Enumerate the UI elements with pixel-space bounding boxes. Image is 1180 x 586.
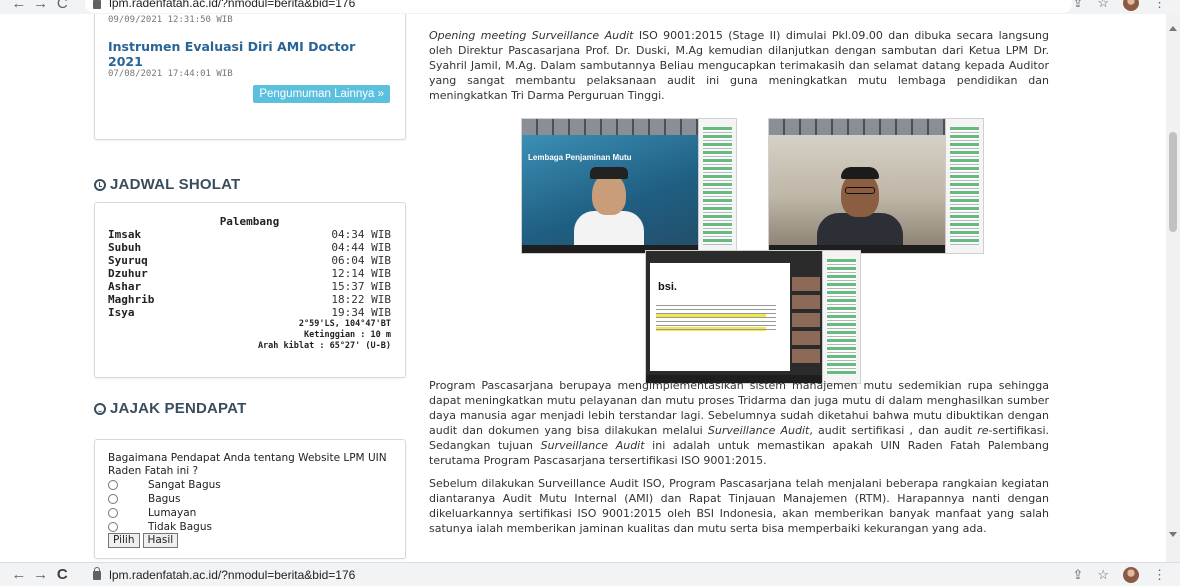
- bookmark-star-icon[interactable]: ☆: [1097, 0, 1109, 11]
- smiley-icon: [94, 402, 106, 415]
- meeting-photo-2: [768, 118, 984, 254]
- participants-panel: [822, 251, 860, 383]
- back-icon[interactable]: ←: [8, 566, 30, 583]
- meeting-photo-1: Lembaga Penjaminan Mutu: [521, 118, 737, 254]
- poll-option[interactable]: Lumayan: [108, 506, 393, 520]
- announcement-date: 07/08/2021 17:44:01 WIB: [108, 69, 233, 79]
- lock-icon: [93, 0, 102, 9]
- address-bar-top[interactable]: lpm.radenfatah.ac.id/?nmodul=berita&bid=…: [85, 0, 1073, 13]
- profile-avatar-icon[interactable]: [1123, 0, 1139, 11]
- bookmark-star-icon[interactable]: ☆: [1097, 567, 1109, 583]
- article-paragraph: Program Pascasarjana berupaya mengimplem…: [429, 379, 1050, 535]
- participants-panel: [698, 119, 736, 253]
- qibla-direction: Arah kiblat : 65°27' (U-B): [257, 341, 391, 351]
- share-icon[interactable]: ⇪: [1072, 0, 1083, 11]
- coordinates: 2°59'LS, 104°47'BT: [298, 319, 391, 329]
- prayer-schedule-title: JADWAL SHOLAT: [110, 176, 241, 193]
- clock-icon: [94, 178, 106, 191]
- bsi-logo: bsi.: [658, 281, 677, 293]
- scrollbar-thumb[interactable]: [1169, 132, 1177, 232]
- prayer-row: Ashar 15:37 WIB: [108, 280, 391, 293]
- announcements-panel: 09/09/2021 12:31:50 WIB Instrumen Evalua…: [94, 14, 406, 140]
- poll-heading: JAJAK PENDAPAT: [94, 400, 246, 417]
- url-text-top: lpm.radenfatah.ac.id/?nmodul=berita&bid=…: [109, 0, 356, 10]
- reload-icon[interactable]: C: [51, 566, 73, 583]
- prayer-row: Isya 19:34 WIB: [108, 306, 391, 319]
- scroll-down-arrow-icon[interactable]: [1169, 532, 1177, 537]
- article-paragraph: Opening meeting Surveillance Audit ISO 9…: [429, 29, 1049, 102]
- meeting-photo-3: bsi.: [645, 250, 861, 384]
- poll-results-button[interactable]: Hasil: [142, 533, 179, 548]
- back-icon[interactable]: ←: [8, 0, 30, 12]
- announcement-date: 09/09/2021 12:31:50 WIB: [108, 15, 233, 25]
- address-bar[interactable]: lpm.radenfatah.ac.id/?nmodul=berita&bid=…: [85, 564, 1073, 585]
- poll-option[interactable]: Sangat Bagus: [108, 478, 393, 492]
- browser-toolbar-top: ← → C lpm.radenfatah.ac.id/?nmodul=berit…: [0, 0, 1180, 14]
- menu-kebab-icon[interactable]: ⋮: [1153, 0, 1166, 11]
- menu-kebab-icon[interactable]: ⋮: [1153, 567, 1166, 583]
- prayer-row: Imsak 04:34 WIB: [108, 228, 391, 241]
- more-announcements-button[interactable]: Pengumuman Lainnya »: [253, 85, 390, 103]
- poll-panel: Bagaimana Pendapat Anda tentang Website …: [94, 439, 406, 559]
- profile-avatar-icon[interactable]: [1123, 566, 1139, 583]
- prayer-row: Maghrib 18:22 WIB: [108, 293, 391, 306]
- city-name: Palembang: [219, 215, 280, 228]
- prayer-row: Subuh 04:44 WIB: [108, 241, 391, 254]
- prayer-schedule-heading: JADWAL SHOLAT: [94, 176, 240, 193]
- share-icon[interactable]: ⇪: [1072, 567, 1083, 583]
- lock-icon: [93, 567, 102, 580]
- prayer-schedule-panel: Palembang Imsak 04:34 WIB Subuh 04:44 WIB …: [94, 202, 406, 378]
- reload-icon[interactable]: C: [51, 0, 73, 12]
- radio-button[interactable]: [108, 508, 118, 518]
- participants-panel: [945, 119, 983, 253]
- prayer-row: Syuruq 06:04 WIB: [108, 254, 391, 267]
- radio-button[interactable]: [108, 494, 118, 504]
- poll-submit-button[interactable]: Pilih: [108, 533, 140, 548]
- browser-toolbar: ← → C lpm.radenfatah.ac.id/?nmodul=berit…: [0, 562, 1180, 586]
- scroll-up-arrow-icon[interactable]: [1169, 26, 1177, 31]
- altitude: Ketinggian : 10 m: [304, 330, 391, 340]
- vertical-scrollbar[interactable]: [1166, 14, 1180, 562]
- page-content: 09/09/2021 12:31:50 WIB Instrumen Evalua…: [0, 14, 1166, 562]
- poll-option[interactable]: Tidak Bagus: [108, 520, 393, 534]
- forward-icon[interactable]: →: [30, 566, 52, 583]
- prayer-row: Dzuhur 12:14 WIB: [108, 267, 391, 280]
- forward-icon[interactable]: →: [30, 0, 52, 12]
- announcement-title-link[interactable]: Instrumen Evaluasi Diri AMI Doctor 2021: [108, 39, 393, 69]
- url-text: lpm.radenfatah.ac.id/?nmodul=berita&bid=…: [109, 567, 356, 582]
- poll-title: JAJAK PENDAPAT: [110, 400, 247, 417]
- radio-button[interactable]: [108, 480, 118, 490]
- poll-question: Bagaimana Pendapat Anda tentang Website …: [108, 452, 387, 477]
- banner-text: Lembaga Penjaminan Mutu: [528, 153, 632, 162]
- radio-button[interactable]: [108, 522, 118, 532]
- poll-option[interactable]: Bagus: [108, 492, 393, 506]
